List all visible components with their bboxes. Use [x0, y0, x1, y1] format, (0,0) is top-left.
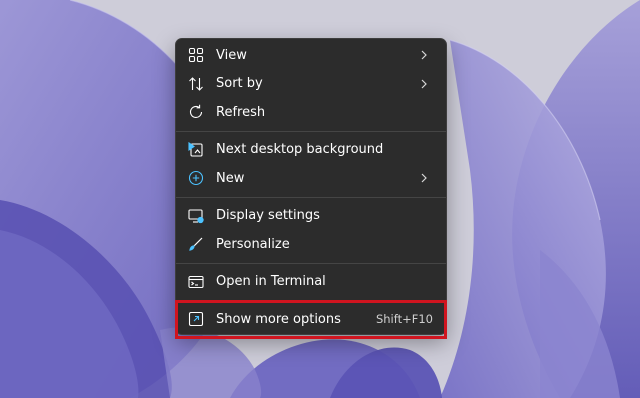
menu-item-refresh[interactable]: Refresh	[180, 98, 442, 127]
context-menu: View Sort by Refresh Next desktop backgr…	[175, 38, 447, 339]
keyboard-shortcut: Shift+F10	[375, 312, 433, 327]
menu-item-view[interactable]: View	[180, 41, 442, 70]
play-slideshow-icon	[188, 141, 204, 158]
chevron-right-icon	[416, 76, 432, 92]
refresh-icon	[188, 104, 204, 120]
chevron-right-icon	[416, 47, 432, 63]
grid-view-icon	[188, 47, 204, 63]
add-circle-icon	[188, 170, 204, 186]
paint-brush-icon	[188, 236, 204, 252]
terminal-icon	[188, 274, 204, 290]
menu-item-label: Open in Terminal	[216, 274, 326, 290]
menu-item-label: View	[216, 47, 247, 63]
menu-separator	[176, 300, 446, 301]
menu-item-label: Sort by	[216, 76, 263, 92]
menu-item-display-settings[interactable]: Display settings	[180, 202, 442, 231]
menu-separator	[176, 130, 446, 132]
menu-separator	[176, 196, 446, 198]
display-settings-icon	[188, 208, 204, 224]
menu-item-next-desktop-background[interactable]: Next desktop background	[180, 136, 442, 165]
menu-item-show-more-options[interactable]: Show more options Shift+F10	[175, 300, 447, 339]
chevron-right-icon	[416, 170, 432, 186]
menu-item-label: Display settings	[216, 208, 320, 224]
menu-item-label: New	[216, 170, 245, 186]
desktop: View Sort by Refresh Next desktop backgr…	[0, 0, 640, 398]
menu-separator	[176, 262, 446, 264]
menu-item-label: Show more options	[216, 311, 341, 327]
menu-item-label: Personalize	[216, 236, 290, 252]
menu-item-new[interactable]: New	[180, 164, 442, 193]
menu-item-label: Refresh	[216, 104, 266, 120]
menu-item-label: Next desktop background	[216, 142, 384, 158]
menu-item-open-in-terminal[interactable]: Open in Terminal	[180, 268, 442, 297]
menu-item-sort-by[interactable]: Sort by	[180, 70, 442, 99]
sort-arrows-icon	[188, 76, 204, 92]
expand-options-icon	[188, 311, 204, 327]
menu-item-personalize[interactable]: Personalize	[180, 230, 442, 259]
